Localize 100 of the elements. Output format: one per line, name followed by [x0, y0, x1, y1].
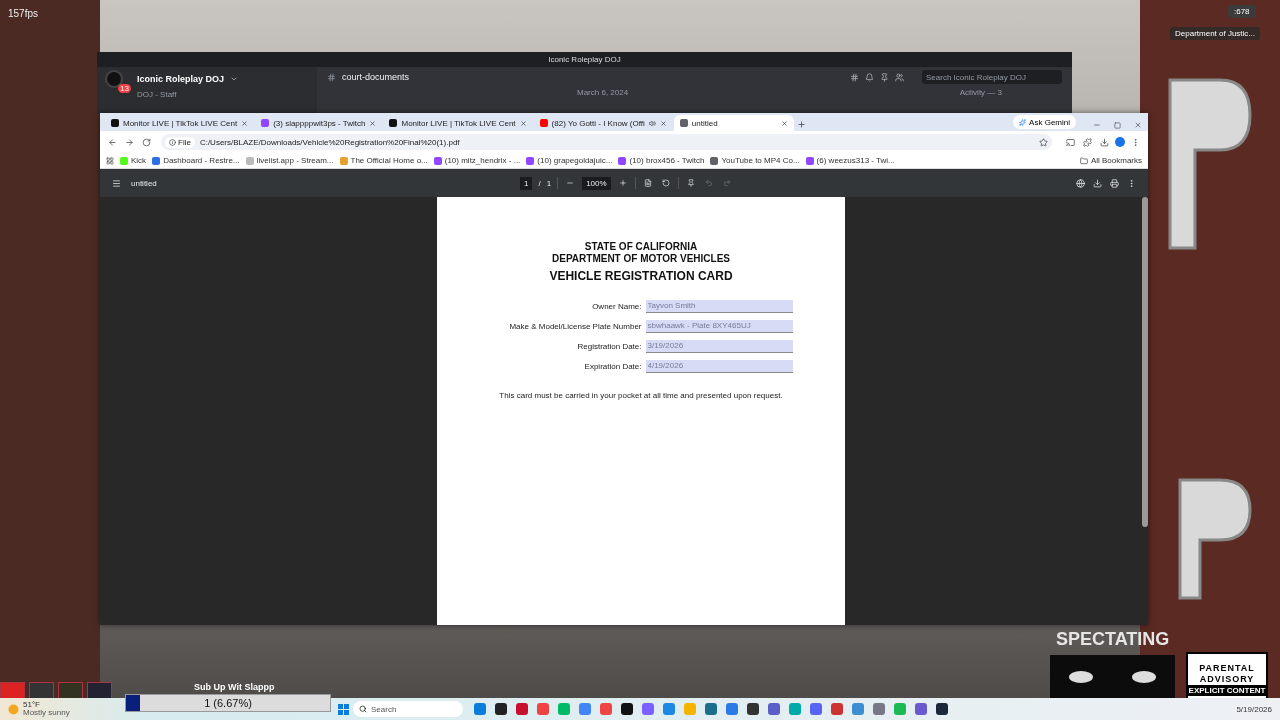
document-title: untitled	[131, 178, 157, 188]
bookmark-link[interactable]: (6) weezus313 - Twi...	[805, 156, 895, 165]
sub-goal-reading: 1 (6.67%)	[203, 697, 253, 709]
browser-tab[interactable]: Monitor LIVE | TikTok LIVE Cent	[383, 115, 533, 131]
maximize-icon	[1114, 122, 1121, 129]
rotate-button[interactable]	[659, 177, 672, 189]
search-field[interactable]: Search Iconic Roleplay DOJ	[922, 70, 1062, 84]
server-name[interactable]: Iconic Roleplay DOJ	[137, 74, 225, 84]
document-heading: STATE OF CALIFORNIA	[584, 241, 698, 253]
download-button[interactable]	[1098, 135, 1111, 149]
folder-icon	[1079, 156, 1088, 165]
close-icon[interactable]	[519, 119, 527, 127]
server-avatar[interactable]	[105, 70, 123, 88]
favicon-icon	[710, 156, 719, 165]
close-icon[interactable]	[241, 119, 249, 127]
extension-button[interactable]	[1081, 135, 1094, 149]
chevron-icon[interactable]	[230, 75, 239, 83]
all-bookmarks-link[interactable]: All Bookmarks	[1079, 156, 1142, 165]
field-label: Make & Model/License Plate Number	[508, 321, 642, 331]
reload-icon	[142, 137, 151, 147]
plus-icon	[618, 179, 627, 187]
bookmark-link[interactable]: Kick	[120, 156, 147, 165]
back-arrow-icon	[108, 137, 117, 147]
field-label: Owner Name:	[591, 301, 642, 311]
more-icon	[1127, 178, 1136, 188]
close-icon[interactable]	[780, 119, 788, 127]
app-icon[interactable]	[746, 703, 759, 715]
channel-name: court-documents	[342, 72, 410, 82]
temperature: 51°F	[23, 701, 41, 709]
windows-icon[interactable]	[338, 703, 349, 715]
advisory-text: PARENTAL	[1199, 662, 1255, 673]
browser-tab[interactable]: Monitor LIVE | TikTok LIVE Cent	[105, 115, 255, 131]
document-title: VEHICLE REGISTRATION CARD	[549, 270, 733, 284]
sparkle-icon	[1019, 118, 1027, 126]
field-label: Registration Date:	[576, 341, 642, 351]
activity-label: Activity — 3	[959, 88, 1002, 97]
bookmark-link[interactable]: (10) mitz_hendrix - ...	[433, 156, 521, 165]
search-icon	[359, 705, 367, 713]
redo-icon	[722, 179, 731, 187]
bookmark-link[interactable]: The Official Home o...	[339, 156, 428, 165]
app-icon[interactable]	[935, 703, 948, 715]
apps-grid-icon[interactable]	[106, 156, 114, 165]
zoom-field[interactable]: 100%	[582, 176, 611, 190]
page-separator: /	[538, 178, 541, 188]
close-icon[interactable]	[369, 119, 377, 127]
favicon-icon	[618, 156, 627, 165]
page-number-field[interactable]: 1	[520, 176, 533, 190]
bookmark-link[interactable]: YouTube to MP4 Co...	[710, 156, 800, 165]
address-bar[interactable]: File C:/Users/BLAZE/Downloads/Vehicle%20Registration%20Final%20(1).pdf	[161, 134, 1052, 150]
bookmark-link[interactable]: livelist.app - Stream...	[245, 156, 334, 165]
hash-icon	[327, 72, 336, 82]
bookmark-link[interactable]: Dashboard - Restre...	[152, 156, 240, 165]
tab-favicon-icon	[679, 119, 688, 127]
save-button[interactable]	[1074, 176, 1087, 190]
download-button[interactable]	[1091, 176, 1104, 190]
favicon-icon	[339, 156, 348, 165]
bookmark-link[interactable]: (10) brox456 - Twitch	[618, 156, 705, 165]
reload-button[interactable]	[140, 135, 153, 149]
file-chip[interactable]: File	[165, 136, 195, 148]
scrollbar[interactable]	[1142, 197, 1148, 527]
bookmark-link[interactable]: (10) grapegoldajuic...	[526, 156, 613, 165]
date-label: 5/19/2026	[1236, 704, 1272, 714]
unread-badge: 13	[118, 84, 131, 93]
favicon-icon	[152, 156, 161, 165]
category-label[interactable]: DOJ - Staff	[137, 90, 309, 99]
forward-arrow-icon	[125, 137, 134, 147]
spectating-label: SPECTATING	[1056, 629, 1170, 650]
sun-icon	[8, 703, 19, 715]
browser-tab[interactable]: untitled	[673, 115, 794, 131]
profile-avatar[interactable]	[1115, 137, 1125, 147]
puzzle-icon	[1083, 137, 1092, 147]
rotate-icon	[661, 179, 670, 187]
members-icon[interactable]	[895, 72, 904, 82]
app-icon[interactable]	[494, 703, 507, 715]
bookmark-star-icon[interactable]	[1039, 137, 1048, 147]
advisory-text: EXPLICIT CONTENT	[1186, 684, 1268, 696]
print-icon	[1110, 178, 1119, 188]
advisory-text: ADVISORY	[1199, 673, 1255, 684]
download-icon	[1093, 178, 1102, 188]
ask-gemini-button[interactable]: Ask Gemini	[1013, 115, 1076, 129]
bell-icon[interactable]	[865, 72, 874, 82]
print-button[interactable]	[1108, 176, 1121, 190]
fps-counter: 157fps	[8, 8, 39, 19]
field-label: Expiration Date:	[583, 361, 642, 371]
favicon-icon	[805, 156, 814, 165]
search-field[interactable]: Search	[353, 701, 463, 717]
pin-icon[interactable]	[880, 72, 889, 82]
close-icon	[1134, 121, 1142, 129]
favicon-icon	[120, 156, 128, 165]
browser-tab[interactable]: (82) Yo Gotti - I Know (Offi	[533, 115, 673, 131]
speaker-icon	[648, 119, 656, 127]
browser-tab[interactable]: (3) slappppwit3ps - Twitch	[255, 115, 383, 131]
app-icon[interactable]	[620, 703, 633, 715]
menu-icon	[112, 178, 121, 188]
favicon-icon	[433, 156, 442, 165]
sub-goal-title: Sub Up Wit Slappp	[194, 682, 275, 692]
eye-icon	[1068, 669, 1095, 684]
close-icon[interactable]	[659, 119, 667, 127]
viewer-count: :678	[1228, 5, 1256, 18]
cast-icon	[1066, 137, 1075, 147]
